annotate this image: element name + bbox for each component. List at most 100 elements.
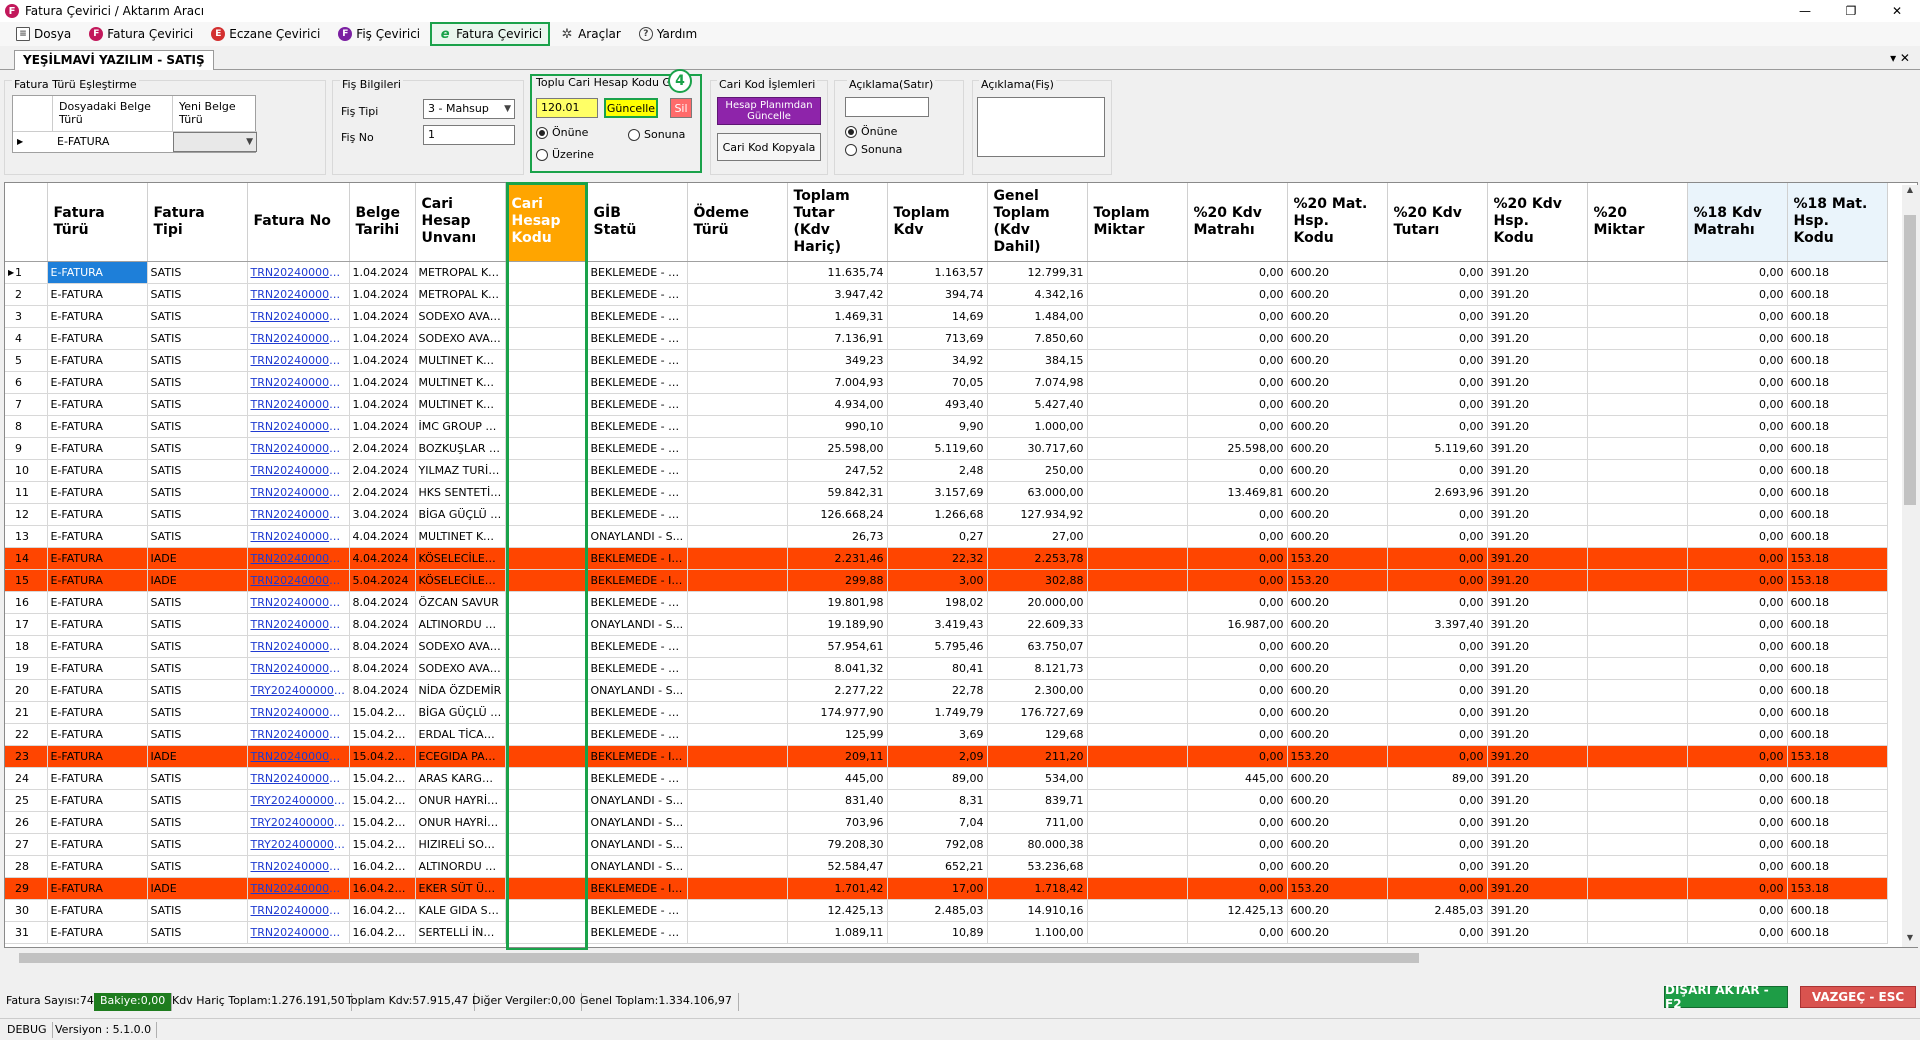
cell-col-11[interactable]: 80.000,38 — [987, 833, 1088, 856]
cell-col-15[interactable]: 0,00 — [1387, 635, 1488, 658]
cell-col-3[interactable]: TRY2024000000... — [247, 789, 350, 812]
cell-col-13[interactable]: 0,00 — [1187, 261, 1288, 284]
cell-col-6[interactable] — [505, 613, 588, 636]
cell-col-14[interactable]: 600.20 — [1287, 921, 1388, 944]
table-row[interactable]: 20 E-FATURA SATIS TRY2024000000... 8.04.2024… — [5, 679, 1888, 702]
cell-col-17[interactable] — [1587, 657, 1688, 680]
cell-col-7[interactable]: BEKLEMEDE - SA... — [587, 503, 688, 526]
cell-col-6[interactable] — [505, 525, 588, 548]
cell-col-7[interactable]: ONAYLANDI - S... — [587, 811, 688, 834]
cell-col-7[interactable]: BEKLEMEDE - SA... — [587, 415, 688, 438]
cell-col-12[interactable] — [1087, 305, 1188, 328]
row-number[interactable]: 30 — [5, 899, 48, 922]
cell-col-19[interactable]: 153.18 — [1787, 569, 1888, 592]
cell-col-15[interactable]: 0,00 — [1387, 789, 1488, 812]
cell-col-18[interactable]: 0,00 — [1687, 349, 1788, 372]
cell-col-17[interactable] — [1587, 393, 1688, 416]
row-number[interactable]: 22 — [5, 723, 48, 746]
row-number[interactable]: 12 — [5, 503, 48, 526]
cell-col-18[interactable]: 0,00 — [1687, 701, 1788, 724]
cell-col-10[interactable]: 2.485,03 — [887, 899, 988, 922]
cell-col-5[interactable]: KÖSELECİLER ... — [415, 569, 506, 592]
cell-col-18[interactable]: 0,00 — [1687, 283, 1788, 306]
cell-col-15[interactable]: 0,00 — [1387, 371, 1488, 394]
cell-col-19[interactable]: 600.18 — [1787, 811, 1888, 834]
cell-col-7[interactable]: BEKLEMEDE - SA... — [587, 305, 688, 328]
cell-col-16[interactable]: 391.20 — [1487, 371, 1588, 394]
cell-col-11[interactable]: 1.718,42 — [987, 877, 1088, 900]
cell-col-14[interactable]: 600.20 — [1287, 855, 1388, 878]
cell-col-18[interactable]: 0,00 — [1687, 811, 1788, 834]
cell-col-12[interactable] — [1087, 855, 1188, 878]
cell-col-10[interactable]: 70,05 — [887, 371, 988, 394]
cell-col-6[interactable] — [505, 657, 588, 680]
cell-col-5[interactable]: ALTINORDU M... — [415, 613, 506, 636]
cell-col-18[interactable]: 0,00 — [1687, 393, 1788, 416]
menu-fis-cevirici[interactable]: F Fiş Çevirici — [332, 24, 426, 44]
row-number[interactable]: 29 — [5, 877, 48, 900]
cell-col-10[interactable]: 792,08 — [887, 833, 988, 856]
cell-col-13[interactable]: 0,00 — [1187, 745, 1288, 768]
cell-col-3[interactable]: TRN2024000000... — [247, 701, 350, 724]
cell-col-2[interactable]: SATIS — [147, 327, 248, 350]
cell-col-17[interactable] — [1587, 547, 1688, 570]
cell-col-15[interactable]: 0,00 — [1387, 459, 1488, 482]
cell-col-8[interactable] — [687, 833, 788, 856]
cell-col-15[interactable]: 0,00 — [1387, 349, 1488, 372]
cell-col-4[interactable]: 1.04.2024 — [349, 305, 416, 328]
cell-col-4[interactable]: 2.04.2024 — [349, 437, 416, 460]
cell-col-6[interactable] — [505, 305, 588, 328]
cell-col-16[interactable]: 391.20 — [1487, 459, 1588, 482]
cell-col-15[interactable]: 0,00 — [1387, 701, 1488, 724]
cell-col-15[interactable]: 0,00 — [1387, 327, 1488, 350]
toplu-cari-input[interactable]: 120.01 — [536, 98, 598, 118]
yeni-belge-turu-select[interactable]: ▼ — [173, 132, 257, 152]
col-header-10[interactable]: Toplam Kdv — [887, 183, 988, 262]
cell-col-4[interactable]: 1.04.2024 — [349, 349, 416, 372]
cell-col-16[interactable]: 391.20 — [1487, 393, 1588, 416]
cell-col-11[interactable]: 4.342,16 — [987, 283, 1088, 306]
cell-col-6[interactable] — [505, 261, 588, 284]
aciklama-sonuna-radio[interactable]: Sonuna — [845, 143, 902, 156]
cell-col-19[interactable]: 600.18 — [1787, 833, 1888, 856]
cell-col-5[interactable]: MULTINET KUR... — [415, 349, 506, 372]
cell-col-1[interactable]: E-FATURA — [47, 525, 148, 548]
col-header-2[interactable]: Fatura Tipi — [147, 183, 248, 262]
cell-col-3[interactable]: TRN2024000000... — [247, 657, 350, 680]
row-number[interactable]: 25 — [5, 789, 48, 812]
cell-col-16[interactable]: 391.20 — [1487, 877, 1588, 900]
disari-aktar-button[interactable]: DIŞARI AKTAR - F2 — [1664, 983, 1788, 1011]
cell-col-4[interactable]: 1.04.2024 — [349, 327, 416, 350]
cell-col-5[interactable]: ERDAL TİCARE... — [415, 723, 506, 746]
cell-col-17[interactable] — [1587, 525, 1688, 548]
cell-col-3[interactable]: TRN2024000000... — [247, 371, 350, 394]
cell-col-18[interactable]: 0,00 — [1687, 371, 1788, 394]
cell-col-14[interactable]: 153.20 — [1287, 569, 1388, 592]
cell-col-1[interactable]: E-FATURA — [47, 833, 148, 856]
cell-col-5[interactable]: METROPAL KU... — [415, 261, 506, 284]
cell-col-4[interactable]: 8.04.2024 — [349, 635, 416, 658]
cell-col-2[interactable]: IADE — [147, 745, 248, 768]
cell-col-8[interactable] — [687, 657, 788, 680]
cell-col-12[interactable] — [1087, 459, 1188, 482]
cell-col-7[interactable]: ONAYLANDI - S... — [587, 525, 688, 548]
cell-col-17[interactable] — [1587, 899, 1688, 922]
cell-col-19[interactable]: 600.18 — [1787, 591, 1888, 614]
cell-col-7[interactable]: BEKLEMEDE - SA... — [587, 921, 688, 944]
cell-col-15[interactable]: 2.693,96 — [1387, 481, 1488, 504]
cell-col-8[interactable] — [687, 459, 788, 482]
cell-col-2[interactable]: SATIS — [147, 393, 248, 416]
cell-col-15[interactable]: 0,00 — [1387, 415, 1488, 438]
cell-col-2[interactable]: SATIS — [147, 789, 248, 812]
cell-col-6[interactable] — [505, 701, 588, 724]
cell-col-17[interactable] — [1587, 745, 1688, 768]
cell-col-9[interactable]: 2.277,22 — [787, 679, 888, 702]
cell-col-12[interactable] — [1087, 679, 1188, 702]
cell-col-17[interactable] — [1587, 261, 1688, 284]
cell-col-11[interactable]: 5.427,40 — [987, 393, 1088, 416]
cell-col-4[interactable]: 16.04.2024 — [349, 899, 416, 922]
cell-col-4[interactable]: 8.04.2024 — [349, 679, 416, 702]
cell-col-19[interactable]: 600.18 — [1787, 855, 1888, 878]
cell-col-1[interactable]: E-FATURA — [47, 679, 148, 702]
cell-col-8[interactable] — [687, 371, 788, 394]
